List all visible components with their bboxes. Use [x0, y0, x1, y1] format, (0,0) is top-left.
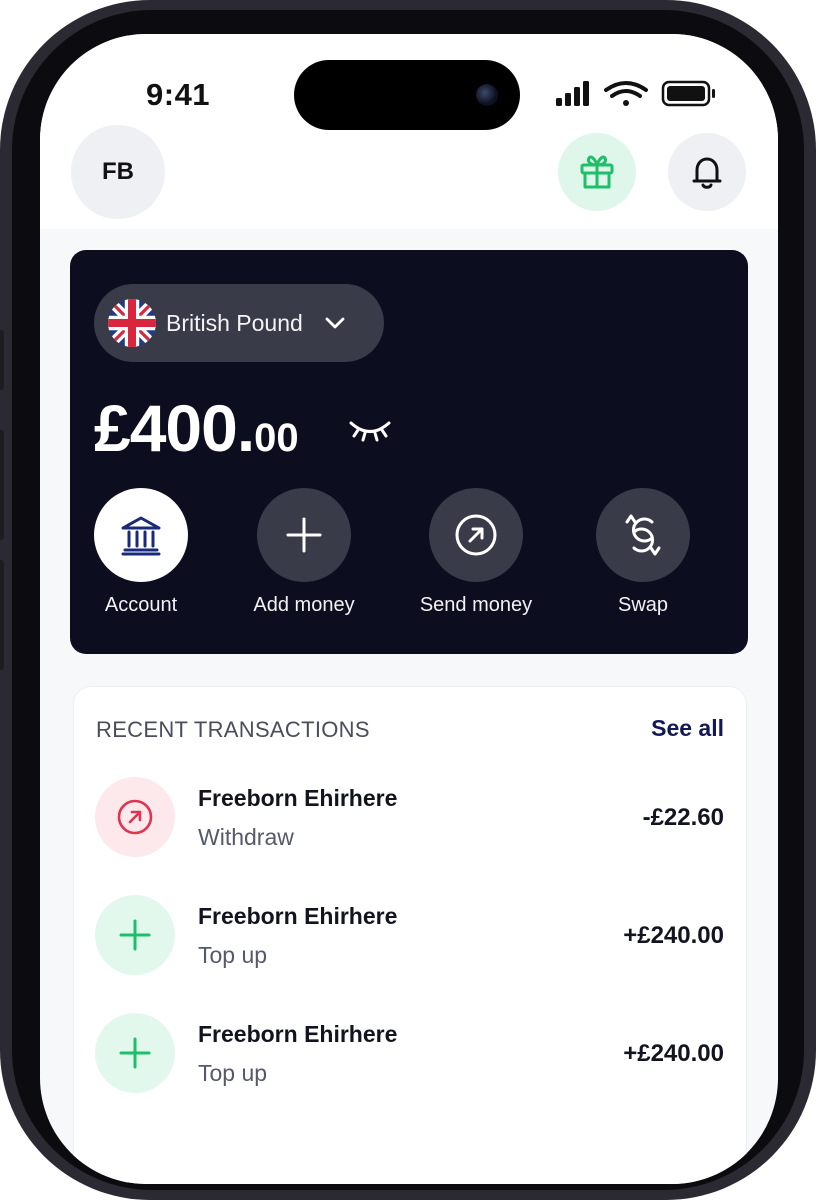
- uk-flag-icon: [108, 299, 156, 347]
- transaction-type: Top up: [198, 1060, 268, 1086]
- account-label: Account: [104, 594, 178, 616]
- transaction-row[interactable]: Freeborn Ehirhere Top up +£240.00: [74, 1013, 746, 1113]
- transaction-name: Freeborn Ehirhere: [198, 1021, 398, 1047]
- status-icons: [556, 80, 715, 107]
- withdraw-icon-badge: [95, 777, 175, 857]
- balance-card: British Pound £400.00 Account Add money …: [70, 250, 748, 654]
- currency-selector[interactable]: British Pound: [94, 284, 384, 362]
- volume-up-button: [0, 430, 4, 540]
- top-up-icon-badge: [95, 1013, 175, 1093]
- send-money-label: Send money: [419, 594, 533, 616]
- transaction-type: Withdraw: [198, 824, 294, 850]
- send-money-action[interactable]: Send money: [396, 488, 556, 617]
- gift-button[interactable]: [558, 133, 636, 211]
- add-money-label: Add money: [253, 594, 355, 616]
- withdraw-arrow-icon: [117, 799, 153, 835]
- balance-decimal: 00: [254, 416, 299, 460]
- volume-down-button: [0, 560, 4, 670]
- signal-icon: [556, 81, 589, 106]
- send-arrow-icon: [455, 514, 497, 556]
- recent-transactions-card: RECENT TRANSACTIONS See all Freeborn Ehi…: [73, 686, 747, 1184]
- notifications-button[interactable]: [668, 133, 746, 211]
- transaction-name: Freeborn Ehirhere: [198, 785, 398, 811]
- plus-icon: [119, 919, 151, 951]
- battery-icon: [661, 80, 715, 107]
- transaction-row[interactable]: Freeborn Ehirhere Top up +£240.00: [74, 895, 746, 995]
- plus-icon: [286, 517, 322, 553]
- avatar[interactable]: FB: [71, 125, 165, 219]
- add-money-button[interactable]: [257, 488, 351, 582]
- app-screen: 9:41 FB British Pound £400.00 Account Ad…: [40, 34, 778, 1184]
- swap-label: Swap: [617, 594, 669, 616]
- swap-action[interactable]: Swap: [563, 488, 723, 617]
- transaction-amount: +£240.00: [623, 1040, 724, 1067]
- plus-icon: [119, 1037, 151, 1069]
- wifi-icon: [604, 81, 648, 106]
- closed-eye-icon[interactable]: [348, 416, 392, 446]
- side-button: [0, 330, 4, 390]
- recent-transactions-title: RECENT TRANSACTIONS: [96, 717, 370, 742]
- status-time: 9:41: [146, 77, 211, 112]
- dynamic-island: [294, 60, 520, 130]
- send-money-button[interactable]: [429, 488, 523, 582]
- camera-icon: [476, 84, 498, 106]
- top-up-icon-badge: [95, 895, 175, 975]
- add-money-action[interactable]: Add money: [224, 488, 384, 617]
- transaction-name: Freeborn Ehirhere: [198, 903, 398, 929]
- transaction-type: Top up: [198, 942, 268, 968]
- bell-icon: [692, 157, 722, 189]
- balance-amount: £400.00: [94, 390, 299, 466]
- chevron-down-icon: [325, 317, 345, 329]
- transaction-amount: -£22.60: [642, 804, 724, 831]
- bank-icon: [121, 516, 161, 556]
- gift-icon: [580, 155, 614, 189]
- transaction-amount: +£240.00: [623, 922, 724, 949]
- currency-name: British Pound: [166, 309, 303, 336]
- swap-icon: [625, 514, 661, 556]
- see-all-link[interactable]: See all: [651, 715, 724, 742]
- account-button[interactable]: [94, 488, 188, 582]
- swap-button[interactable]: [596, 488, 690, 582]
- account-action[interactable]: Account: [61, 488, 221, 617]
- transaction-row[interactable]: Freeborn Ehirhere Withdraw -£22.60: [74, 777, 746, 877]
- balance-main: £400.: [94, 391, 255, 465]
